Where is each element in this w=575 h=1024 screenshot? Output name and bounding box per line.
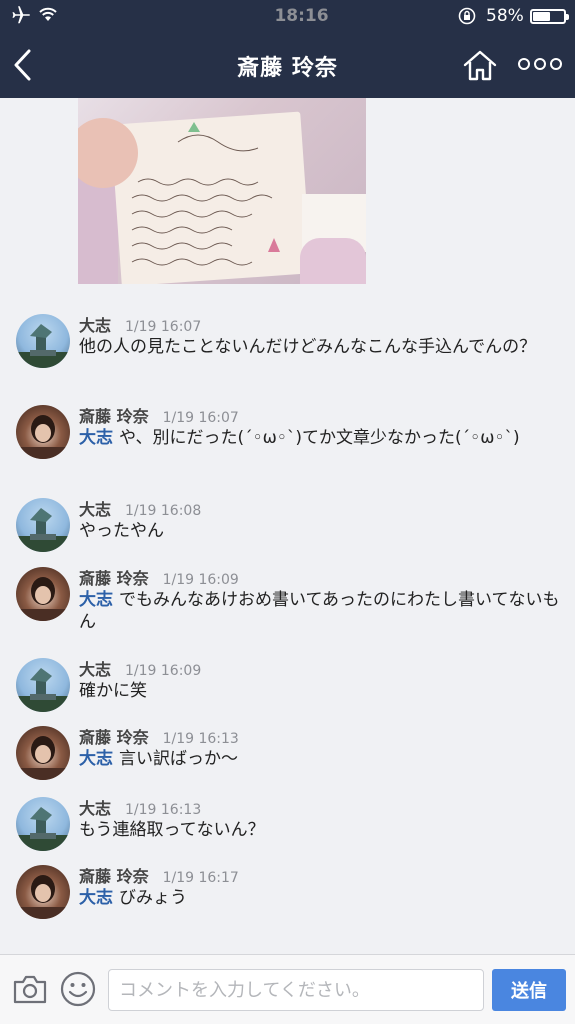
comment-meta: 斎藤 玲奈 1/19 16:17	[79, 863, 239, 887]
comment-author[interactable]: 斎藤 玲奈	[79, 569, 149, 588]
comment-timestamp: 1/19 16:13	[125, 802, 202, 818]
comment-timestamp: 1/19 16:09	[125, 663, 202, 679]
comment-author[interactable]: 斎藤 玲奈	[79, 728, 149, 747]
avatar[interactable]	[16, 726, 70, 780]
battery-percentage: 58%	[486, 6, 524, 26]
status-bar: 18:16 58%	[0, 0, 575, 32]
comment-timestamp: 1/19 16:13	[162, 731, 239, 747]
comment-author[interactable]: 大志	[79, 660, 111, 679]
comment-meta: 斎藤 玲奈 1/19 16:13	[79, 724, 239, 748]
avatar[interactable]	[16, 405, 70, 459]
comment-text: 大志 や、別にだった(´◦ω◦`)てか文章少なかった(´◦ω◦`)	[79, 427, 561, 449]
comment-meta: 大志 1/19 16:08	[79, 496, 201, 520]
comment-timestamp: 1/19 16:09	[162, 572, 239, 588]
comment-body: やったやん	[79, 521, 164, 541]
battery-icon	[530, 9, 569, 24]
more-options-button[interactable]	[518, 56, 562, 72]
comment-meta: 斎藤 玲奈 1/19 16:09	[79, 565, 239, 589]
emoji-icon[interactable]	[60, 971, 96, 1007]
comment-timestamp: 1/19 16:08	[125, 503, 202, 519]
rotation-lock-icon	[458, 7, 476, 25]
comment-author[interactable]: 大志	[79, 316, 111, 335]
comment-author[interactable]: 斎藤 玲奈	[79, 407, 149, 426]
comment-input[interactable]	[108, 969, 484, 1011]
camera-icon[interactable]	[12, 973, 48, 1005]
comment-body: もう連絡取ってないん？	[79, 820, 265, 840]
send-button[interactable]: 送信	[492, 969, 566, 1011]
comment-text: 大志 びみょう	[79, 887, 561, 909]
avatar[interactable]	[16, 314, 70, 368]
comment-author[interactable]: 大志	[79, 799, 111, 818]
comment-feed[interactable]: 大志 1/19 16:07 他の人の見たことないんだけどみんなこんな手込んでんの？ 斎…	[0, 98, 575, 954]
comment-text: もう連絡取ってないん？	[79, 819, 561, 841]
mention-link[interactable]: 大志	[79, 590, 113, 610]
avatar[interactable]	[16, 658, 70, 712]
comment-text: 他の人の見たことないんだけどみんなこんな手込んでんの？	[79, 336, 561, 358]
navigation-bar: 18:16 58% 斎藤 玲奈	[0, 0, 575, 98]
comment-body: 言い訳ばっか〜	[119, 749, 238, 769]
mention-link[interactable]: 大志	[79, 428, 113, 448]
comment-body: 他の人の見たことないんだけどみんなこんな手込んでんの？	[79, 337, 537, 357]
comment-author[interactable]: 大志	[79, 500, 111, 519]
comment-input-bar: 送信	[0, 954, 575, 1024]
avatar[interactable]	[16, 567, 70, 621]
battery-fill	[533, 12, 551, 21]
comment-timestamp: 1/19 16:07	[125, 319, 202, 335]
comment-body: や、別にだった(´◦ω◦`)てか文章少なかった(´◦ω◦`)	[119, 428, 520, 448]
comment-meta: 大志 1/19 16:13	[79, 795, 201, 819]
post-photo[interactable]	[78, 98, 366, 284]
mention-link[interactable]: 大志	[79, 888, 113, 908]
comment-text: 大志 言い訳ばっか〜	[79, 748, 561, 770]
comment-meta: 大志 1/19 16:09	[79, 656, 201, 680]
comment-timestamp: 1/19 16:07	[162, 410, 239, 426]
comment-text: 大志 でもみんなあけおめ書いてあったのにわたし書いてないもん	[79, 589, 561, 633]
photo-plush	[300, 238, 366, 284]
comment-body: 確かに笑	[79, 681, 147, 701]
comment-author[interactable]: 斎藤 玲奈	[79, 867, 149, 886]
comment-body: びみょう	[119, 888, 187, 908]
home-button[interactable]	[462, 49, 498, 81]
comment-meta: 斎藤 玲奈 1/19 16:07	[79, 403, 239, 427]
mention-link[interactable]: 大志	[79, 749, 113, 769]
comment-meta: 大志 1/19 16:07	[79, 312, 201, 336]
comment-text: やったやん	[79, 520, 561, 542]
avatar[interactable]	[16, 865, 70, 919]
avatar[interactable]	[16, 797, 70, 851]
comment-text: 確かに笑	[79, 680, 561, 702]
avatar[interactable]	[16, 498, 70, 552]
photo-handwriting	[131, 122, 280, 266]
comment-timestamp: 1/19 16:17	[162, 870, 239, 886]
comment-body: でもみんなあけおめ書いてあったのにわたし書いてないもん	[79, 590, 560, 632]
